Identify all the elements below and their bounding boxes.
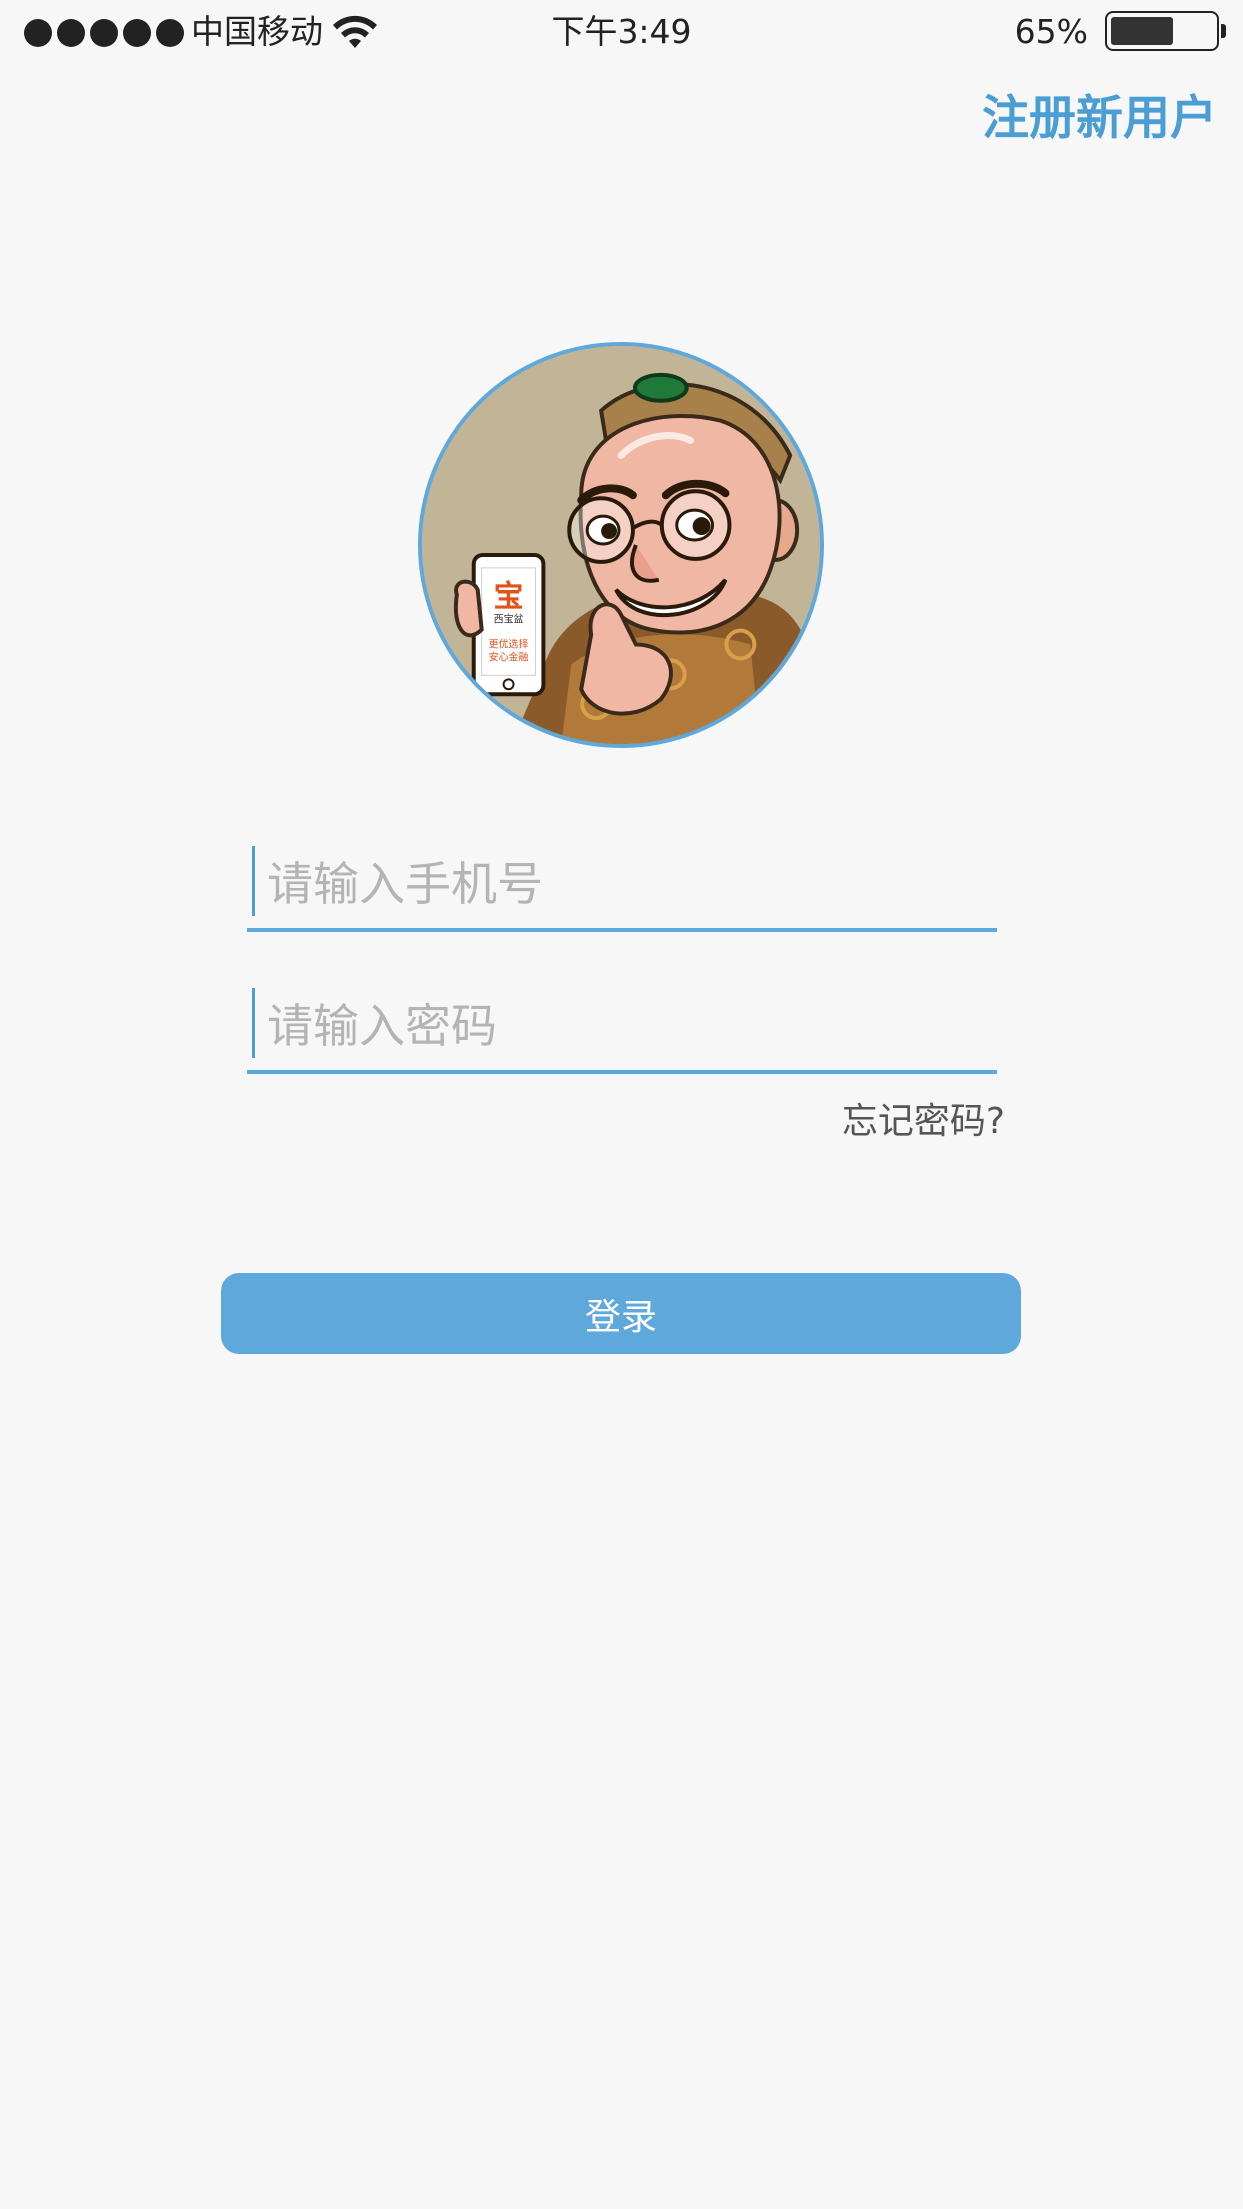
forgot-password-link[interactable]: 忘记密码? [842, 1098, 1005, 1146]
cartoon-mascot-illustration: 宝 西宝盆 更优选择 安心金融 [422, 346, 820, 744]
avatar: 宝 西宝盆 更优选择 安心金融 [418, 342, 824, 748]
phone-field [247, 842, 997, 932]
svg-text:宝: 宝 [494, 580, 524, 615]
svg-text:更优选择: 更优选择 [489, 637, 529, 650]
password-field [247, 984, 997, 1074]
register-new-user-link[interactable]: 注册新用户 [982, 88, 1217, 150]
svg-text:安心金融: 安心金融 [489, 650, 529, 663]
password-input[interactable] [267, 990, 967, 1062]
status-bar: 中国移动 下午3:49 65% [0, 0, 1243, 64]
text-cursor [252, 846, 255, 916]
battery-percent: 65% [1014, 12, 1088, 51]
phone-input[interactable] [267, 848, 967, 920]
login-button[interactable]: 登录 [221, 1273, 1021, 1354]
battery-icon [1105, 11, 1226, 51]
svg-text:西宝盆: 西宝盆 [494, 613, 524, 626]
text-cursor [252, 988, 255, 1058]
